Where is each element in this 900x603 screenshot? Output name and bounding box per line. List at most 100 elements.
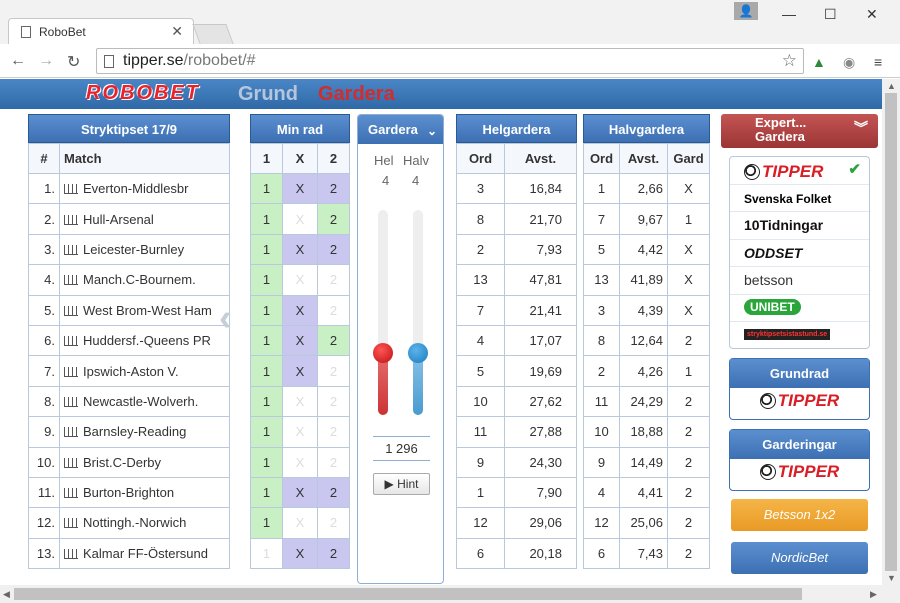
pick-cell[interactable]: X [282,385,318,418]
match-cell[interactable]: Everton-Middlesbr [59,172,230,205]
match-cell[interactable]: West Brom-West Ham [59,294,230,326]
garderingar-panel[interactable]: Garderingar TIPPER [729,429,870,491]
expert-10tidningar[interactable]: 10Tidningar [730,212,869,240]
robobet-logo[interactable]: ROBOBET [86,82,200,105]
pick-cell[interactable]: 2 [316,385,351,418]
nav-gardera[interactable]: Gardera [318,83,395,106]
match-cell[interactable]: Huddersf.-Queens PR [59,324,230,357]
expert-svenska-folket[interactable]: Svenska Folket [730,185,869,212]
match-cell[interactable]: Brist.C-Derby [59,446,230,478]
expert-oddset[interactable]: ODDSET [730,240,869,267]
back-icon[interactable]: ← [10,52,26,70]
bar-chart-icon[interactable] [64,518,78,529]
match-cell[interactable]: Leicester-Burnley [59,233,230,266]
pick-cell[interactable]: 2 [316,324,351,357]
pick-cell[interactable]: 2 [316,203,351,235]
pick-cell[interactable]: X [282,233,318,266]
pick-cell[interactable]: X [282,172,318,205]
pick-cell[interactable]: 2 [316,172,351,205]
menu-icon[interactable]: ≡ [874,54,882,70]
scroll-left-icon[interactable]: ◀ [3,589,10,600]
scroll-up-icon[interactable]: ▲ [887,81,896,91]
pick-cell[interactable]: X [282,203,318,235]
pick-cell[interactable]: 2 [316,233,351,266]
match-cell[interactable]: Manch.C-Bournem. [59,264,230,296]
pick-cell[interactable]: 1 [249,537,284,570]
pick-cell[interactable]: X [282,537,318,570]
minimize-icon[interactable]: — [782,6,796,22]
expert-tipper[interactable]: TIPPER ✔ [730,157,869,185]
bar-chart-icon[interactable] [64,366,78,377]
close-window-icon[interactable]: ✕ [866,6,878,23]
halv-slider-handle[interactable] [408,343,428,363]
bar-chart-icon[interactable] [64,214,78,225]
expert-betsson[interactable]: betsson [730,267,869,295]
pick-cell[interactable]: 1 [249,203,284,235]
pick-cell[interactable]: 1 [249,264,284,296]
gardera-header[interactable]: Gardera ⌄ [358,115,443,144]
pick-cell[interactable]: X [282,416,318,448]
nav-grund[interactable]: Grund [238,83,298,106]
bar-chart-icon[interactable] [64,305,78,316]
browser-tab[interactable]: RoboBet ✕ [8,18,194,45]
pick-cell[interactable]: 1 [249,416,284,448]
pick-cell[interactable]: 1 [249,233,284,266]
pick-cell[interactable]: 1 [249,507,284,539]
betsson-1x2-button[interactable]: Betsson 1x2 [731,499,868,531]
pick-cell[interactable]: 1 [249,172,284,205]
pick-cell[interactable]: X [282,264,318,296]
close-tab-icon[interactable]: ✕ [171,23,183,40]
pick-cell[interactable]: 2 [316,355,351,387]
pick-cell[interactable]: 1 [249,324,284,357]
expert-gardera-header[interactable]: Expert... Gardera ︾ [721,114,878,148]
match-cell[interactable]: Nottingh.-Norwich [59,507,230,539]
bar-chart-icon[interactable] [64,457,78,468]
pick-cell[interactable]: 2 [316,537,351,570]
vertical-scrollbar[interactable]: ▲ ▼ [882,79,900,585]
pick-cell[interactable]: 2 [316,264,351,296]
pick-cell[interactable]: 1 [249,385,284,418]
pick-cell[interactable]: 2 [316,446,351,478]
maximize-icon[interactable]: ☐ [824,6,837,23]
match-cell[interactable]: Hull-Arsenal [59,203,230,235]
bar-chart-icon[interactable] [64,275,78,286]
double-chevron-down-icon[interactable]: ︾ [854,121,868,135]
scroll-down-icon[interactable]: ▼ [887,573,896,583]
bar-chart-icon[interactable] [64,244,78,255]
forward-icon[interactable]: → [38,52,54,70]
vertical-scroll-thumb[interactable] [885,93,897,571]
pick-cell[interactable]: 2 [316,294,351,326]
bar-chart-icon[interactable] [64,427,78,438]
hel-slider-handle[interactable] [373,343,393,363]
pick-cell[interactable]: X [282,507,318,539]
hint-button[interactable]: ▶ Hint [373,473,430,495]
extension-chart-icon[interactable]: ▲ [812,54,826,70]
profile-icon[interactable]: 👤 [734,2,758,20]
chevron-down-icon[interactable]: ⌄ [427,117,437,146]
bar-chart-icon[interactable] [64,396,78,407]
chevron-left-icon[interactable]: ‹ [219,297,232,340]
horizontal-scrollbar[interactable]: ◀ ▶ [0,585,900,603]
pick-cell[interactable]: 1 [249,294,284,326]
pick-cell[interactable]: 1 [249,446,284,478]
pick-cell[interactable]: X [282,476,318,509]
bar-chart-icon[interactable] [64,548,78,559]
bookmark-star-icon[interactable]: ☆ [782,51,797,71]
horizontal-scroll-thumb[interactable] [14,588,802,600]
expert-unibet[interactable]: UNIBET [730,295,869,322]
pick-cell[interactable]: X [282,294,318,326]
extension-circle-icon[interactable]: ◉ [843,54,855,71]
match-cell[interactable]: Barnsley-Reading [59,416,230,448]
reload-icon[interactable]: ↻ [67,52,80,72]
pick-cell[interactable]: X [282,446,318,478]
bar-chart-icon[interactable] [64,184,78,195]
pick-cell[interactable]: 2 [316,476,351,509]
scroll-right-icon[interactable]: ▶ [870,589,877,600]
expert-stryktipsetsistastund[interactable]: stryktipsetsistastund.se [730,322,869,350]
bar-chart-icon[interactable] [64,336,78,347]
pick-cell[interactable]: 1 [249,355,284,387]
grundrad-panel[interactable]: Grundrad TIPPER [729,358,870,420]
new-tab-button[interactable] [192,24,234,44]
pick-cell[interactable]: 2 [316,507,351,539]
match-cell[interactable]: Newcastle-Wolverh. [59,385,230,418]
